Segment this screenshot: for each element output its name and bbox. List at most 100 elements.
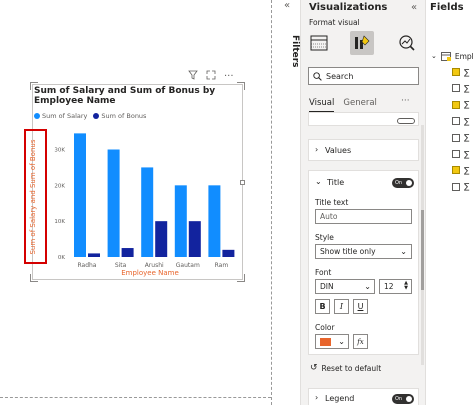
tab-visual[interactable]: Visual — [309, 98, 335, 113]
field-checkbox[interactable] — [452, 166, 460, 175]
previous-section-card — [308, 112, 419, 126]
x-tick-label: Sita — [115, 262, 127, 269]
format-visual-subtitle: Format visual — [309, 18, 360, 27]
y-tick-label: 20K — [54, 183, 65, 189]
sigma-icon: ∑ — [464, 116, 470, 126]
collapse-filters-icon[interactable]: « — [284, 0, 290, 11]
bar-bonus-ram[interactable] — [222, 249, 235, 257]
bar-salary-radha[interactable] — [74, 133, 86, 257]
more-options-icon[interactable]: ··· — [401, 96, 410, 106]
conditional-format-fx-button[interactable]: fx — [353, 334, 368, 349]
chevron-down-icon: ⌄ — [400, 247, 407, 256]
legend-item-salary[interactable]: Sum of Salary — [34, 112, 87, 120]
legend-item-bonus[interactable]: Sum of Bonus — [93, 112, 146, 120]
field-checkbox[interactable] — [452, 68, 460, 76]
field-row[interactable]: ∑ — [452, 100, 469, 110]
x-tick-label: Arushi — [145, 262, 164, 269]
title-text-input[interactable]: Auto — [315, 209, 412, 224]
sigma-icon: ∑ — [464, 133, 470, 143]
table-node-employee[interactable]: ⌄ Emplo — [431, 51, 474, 61]
field-row[interactable]: ∑ — [452, 133, 469, 143]
bar-bonus-sita[interactable] — [121, 248, 134, 257]
table-name: Emplo — [454, 51, 474, 61]
legend-toggle[interactable]: On — [392, 394, 414, 404]
visual-header-toolbar: ··· — [188, 70, 234, 83]
bar-bonus-radha[interactable] — [88, 253, 100, 257]
more-options-icon[interactable]: ··· — [224, 71, 234, 82]
field-row[interactable]: ∑ — [452, 116, 469, 126]
title-section: ⌄ Title On Title text Auto Style Show ti… — [308, 170, 419, 355]
color-picker[interactable]: ⌄ — [315, 334, 349, 349]
values-section-label: Values — [325, 146, 352, 155]
font-label: Font — [315, 268, 332, 277]
format-pane-scrollbar-thumb[interactable] — [421, 210, 424, 290]
sigma-icon: ∑ — [464, 149, 470, 159]
field-row[interactable]: ∑ — [452, 182, 469, 192]
collapse-visualizations-icon[interactable]: « — [411, 2, 417, 13]
field-checkbox[interactable] — [452, 100, 460, 109]
bar-salary-sita[interactable] — [107, 149, 120, 258]
previous-toggle[interactable] — [397, 118, 415, 124]
underline-button[interactable]: U — [353, 299, 368, 314]
search-placeholder: Search — [326, 71, 354, 81]
bar-salary-gautam[interactable] — [174, 185, 187, 257]
italic-button[interactable]: I — [334, 299, 349, 314]
x-tick-label: Gautam — [176, 262, 200, 269]
reset-to-default-link[interactable]: ↺ Reset to default — [310, 363, 381, 373]
values-section[interactable]: › Values — [308, 139, 419, 161]
format-visual-button[interactable] — [350, 31, 374, 55]
build-visual-button[interactable] — [307, 31, 331, 55]
field-row[interactable]: ∑ — [452, 165, 469, 175]
title-text-label: Title text — [315, 198, 349, 207]
y-tick-label: 0K — [58, 255, 65, 261]
legend-section-label: Legend — [325, 394, 355, 403]
field-checkbox[interactable] — [452, 182, 460, 191]
bar-bonus-arushi[interactable] — [155, 221, 168, 257]
field-checkbox[interactable] — [452, 117, 460, 126]
focus-mode-icon[interactable] — [206, 70, 216, 83]
resize-handle-right[interactable] — [240, 180, 245, 185]
stepper-arrows-icon[interactable]: ▲ ▼ — [404, 281, 408, 291]
legend-section[interactable]: › Legend On — [308, 388, 419, 405]
field-row[interactable]: ∑ — [452, 67, 469, 77]
field-checkbox[interactable] — [452, 84, 460, 93]
resize-corner-bl[interactable] — [30, 274, 38, 282]
visualizations-pane: Visualizations « Format visual Search Vi… — [301, 0, 426, 405]
canvas-border — [271, 0, 272, 405]
chevron-down-icon[interactable]: ⌄ — [315, 177, 322, 186]
field-checkbox[interactable] — [452, 150, 460, 158]
table-icon — [440, 51, 451, 61]
visualizations-title: Visualizations — [309, 2, 388, 13]
filters-label[interactable]: Filters — [290, 35, 300, 68]
field-row[interactable]: ∑ — [452, 149, 469, 159]
filter-icon[interactable] — [188, 70, 198, 83]
sigma-icon: ∑ — [464, 165, 470, 175]
format-tabs: Visual General — [309, 98, 377, 113]
chevron-right-icon: › — [315, 145, 319, 154]
title-section-label[interactable]: Title — [327, 178, 344, 187]
search-input[interactable]: Search — [308, 67, 419, 85]
analytics-button[interactable] — [395, 31, 419, 55]
font-size-value: 12 — [384, 282, 394, 291]
color-label: Color — [315, 323, 335, 332]
fields-pane: Fields ⌄ Emplo ∑ ∑ ∑ ∑ ∑ ∑ ∑ ∑ — [426, 0, 474, 405]
bold-button[interactable]: B — [315, 299, 330, 314]
y-tick-label: 30K — [54, 148, 65, 154]
font-family-dropdown[interactable]: DIN ⌄ — [315, 279, 375, 294]
tab-general[interactable]: General — [343, 98, 377, 108]
bar-salary-arushi[interactable] — [141, 167, 154, 257]
style-label: Style — [315, 233, 334, 242]
field-row[interactable]: ∑ — [452, 83, 469, 93]
chart-title: Sum of Salary and Sum of Bonus by Employ… — [34, 86, 216, 106]
bar-salary-ram[interactable] — [208, 185, 221, 257]
x-tick-label: Ram — [215, 262, 229, 269]
bar-bonus-gautam[interactable] — [188, 221, 201, 257]
font-family-value: DIN — [320, 282, 334, 291]
font-size-stepper[interactable]: 12 ▲ ▼ — [379, 279, 412, 294]
color-swatch — [320, 337, 331, 346]
title-toggle[interactable]: On — [392, 178, 414, 188]
style-dropdown[interactable]: Show title only ⌄ — [315, 244, 412, 259]
field-checkbox[interactable] — [452, 133, 460, 142]
sigma-icon: ∑ — [464, 67, 470, 77]
legend-label-bonus: Sum of Bonus — [101, 112, 147, 120]
